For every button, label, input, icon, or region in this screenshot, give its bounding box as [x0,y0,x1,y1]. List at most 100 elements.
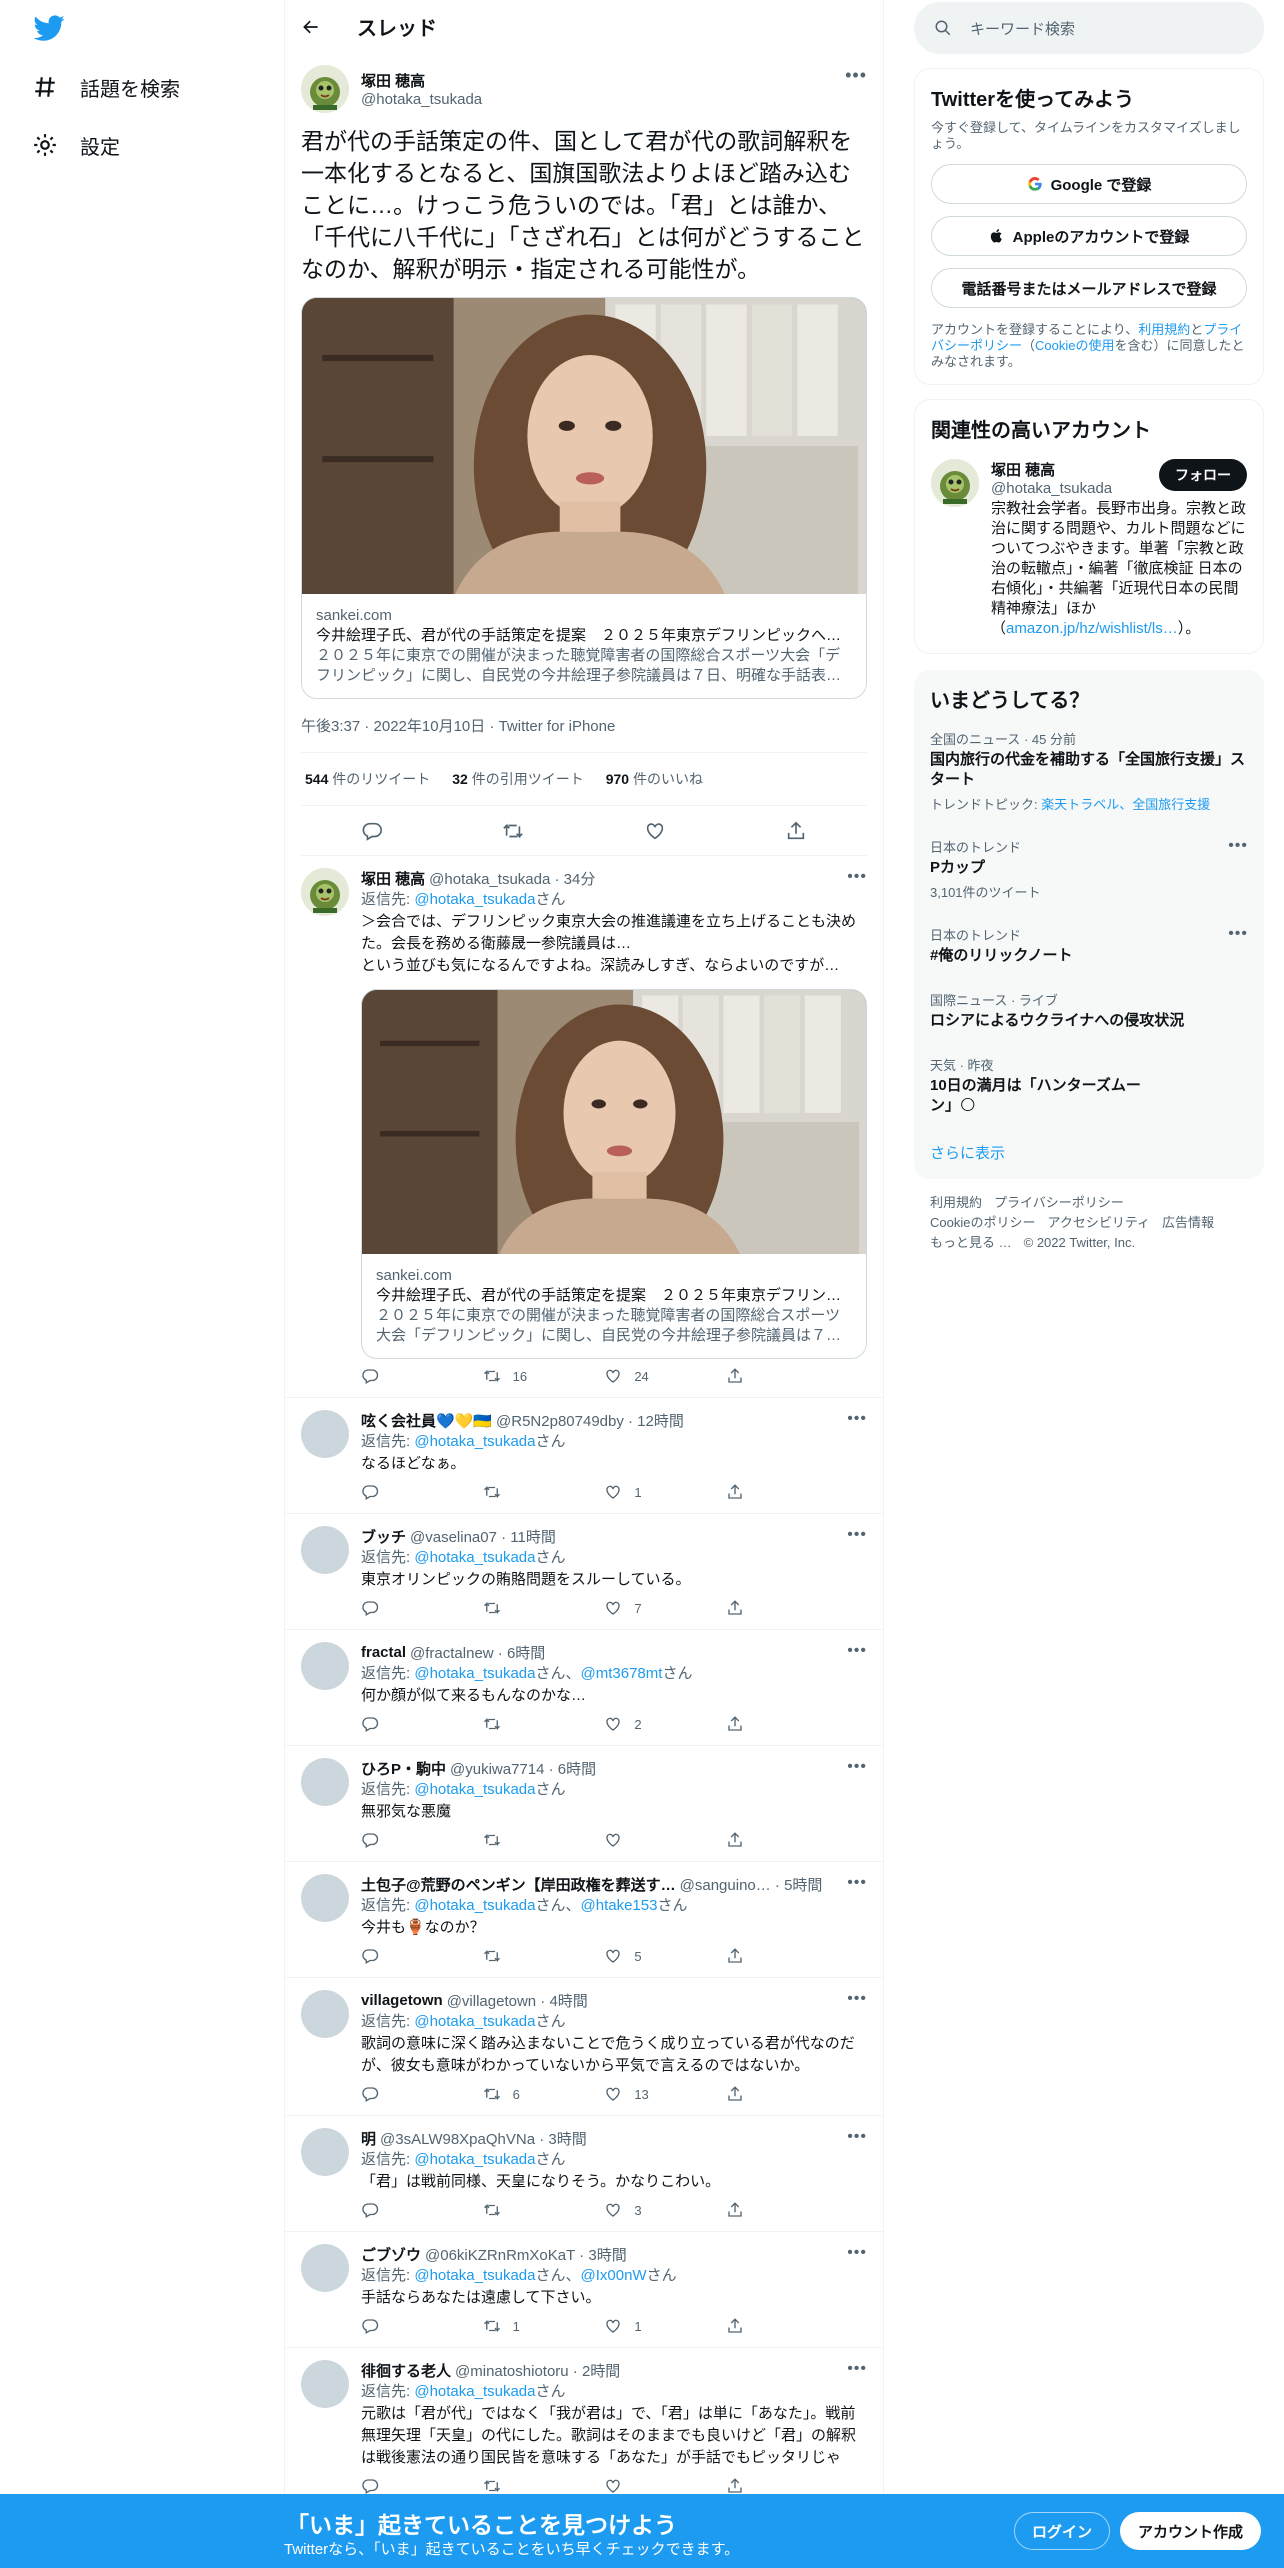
reply-tweet[interactable]: 明 @3sALW98XpaQhVNa · 3時間 返信先: @hotaka_tsuk… [285,2116,883,2232]
reply-tweet[interactable]: 土包子@荒野のペンギン【岸田政権を葬送す… @sanguino… · 5時間 返信先… [285,1862,883,1978]
reply-mention[interactable]: @htake153 [581,1897,658,1914]
reply-mention[interactable]: @hotaka_tsukada [414,2013,535,2030]
apple-signup-button[interactable]: Appleのアカウントで登録 [931,216,1247,256]
relevant-account[interactable]: 塚田 穂高 @hotaka_tsukada 宗教社会学者。長野市出身。宗教と政治… [931,459,1247,639]
reply-author-handle[interactable]: @fractalnew · 6時間 [410,1642,545,1663]
avatar[interactable] [301,1526,349,1574]
trend-item[interactable]: 天気 · 昨夜 10日の満月は「ハンターズムーン」🌕 [930,1043,1248,1128]
reply-mention[interactable]: @hotaka_tsukada [414,1433,535,1450]
reply-author-handle[interactable]: @villagetown · 4時間 [447,1990,588,2011]
avatar[interactable] [931,459,979,507]
login-button[interactable]: ログイン [1014,2512,1111,2550]
share-button[interactable] [726,1367,786,1385]
reply-author-name[interactable]: 明 [361,2128,376,2149]
reply-tweet[interactable]: ブッチ @vaselina07 · 11時間 返信先: @hotaka_tsukad… [285,1514,883,1630]
reply-tweet[interactable]: 呟く会社員💙💛🇺🇦 @R5N2p80749dby · 12時間 返信先: @hota… [285,1398,883,1514]
more-options-icon[interactable]: ••• [847,1526,867,1544]
reply-mention[interactable]: @hotaka_tsukada [414,2267,535,2284]
avatar[interactable] [301,1990,349,2038]
avatar[interactable] [301,2244,349,2292]
like-icon[interactable] [644,820,666,842]
reply-button[interactable] [361,2477,421,2495]
share-icon[interactable] [785,820,807,842]
reply-mention[interactable]: @hotaka_tsukada [414,891,535,908]
more-options-icon[interactable]: ••• [847,2128,867,2146]
reply-button[interactable] [361,1947,421,1965]
retweet-button[interactable] [483,2201,543,2219]
reply-button[interactable] [361,1715,421,1733]
nav-settings[interactable]: 設定 [32,120,120,170]
reply-author-handle[interactable]: @3sALW98XpaQhVNa · 3時間 [380,2128,587,2149]
footer-ads[interactable]: 広告情報 [1162,1215,1214,1230]
phone-email-signup-button[interactable]: 電話番号またはメールアドレスで登録 [931,268,1247,308]
reply-author-name[interactable]: ごブゾウ [361,2244,421,2265]
author-handle[interactable]: @hotaka_tsukada [361,91,482,108]
reply-tweet[interactable]: ひろP・駒中 @yukiwa7714 · 6時間 返信先: @hotaka_tsuk… [285,1746,883,1862]
avatar[interactable] [301,1410,349,1458]
google-signup-button[interactable]: Google で登録 [931,164,1247,204]
reply-author-name[interactable]: ブッチ [361,1526,406,1547]
back-arrow-icon[interactable] [301,17,321,37]
more-options-icon[interactable]: ••• [1228,837,1248,855]
share-button[interactable] [726,2477,786,2495]
retweet-count[interactable]: 544 件のリツイート [305,769,430,789]
more-options-icon[interactable]: ••• [847,868,867,886]
like-button[interactable]: 24 [604,1367,664,1385]
reply-author-name[interactable]: 土包子@荒野のペンギン【岸田政権を葬送す… [361,1874,676,1895]
trend-item[interactable]: 国際ニュース · ライブ ロシアによるウクライナへの侵攻状況 [930,978,1248,1043]
like-button[interactable]: 1 [604,2317,664,2335]
share-button[interactable] [726,2317,786,2335]
quote-count[interactable]: 32 件の引用ツイート [452,769,583,789]
reply-mention[interactable]: @hotaka_tsukada [414,1897,535,1914]
more-options-icon[interactable]: ••• [847,1642,867,1660]
avatar[interactable] [301,2128,349,2176]
like-count[interactable]: 970 件のいいね [606,769,703,789]
footer-cookie[interactable]: Cookieのポリシー [930,1215,1035,1230]
like-button[interactable] [604,2477,664,2495]
reply-mention[interactable]: @hotaka_tsukada [414,2383,535,2400]
retweet-button[interactable] [483,1831,543,1849]
reply-author-handle[interactable]: @hotaka_tsukada · 34分 [429,868,595,889]
reply-tweet[interactable]: fractal @fractalnew · 6時間 返信先: @hotaka_tsu… [285,1630,883,1746]
retweet-button[interactable] [483,1947,543,1965]
more-options-icon[interactable]: ••• [847,1874,867,1892]
reply-author-name[interactable]: 塚田 穂高 [361,868,425,889]
reply-button[interactable] [361,1367,421,1385]
retweet-button[interactable] [483,1483,543,1501]
like-button[interactable]: 13 [604,2085,664,2103]
share-button[interactable] [726,2201,786,2219]
avatar[interactable] [301,65,349,113]
twitter-logo-icon[interactable] [32,12,66,46]
reply-author-name[interactable]: 呟く会社員💙💛🇺🇦 [361,1410,492,1431]
cookie-link[interactable]: Cookieの使用 [1035,338,1114,353]
trend-item[interactable]: 日本のトレンド #俺のリリックノート ••• [930,913,1248,978]
reply-mention[interactable]: @Ix00nW [581,2267,647,2284]
avatar[interactable] [301,1642,349,1690]
like-button[interactable]: 7 [604,1599,664,1617]
reply-author-handle[interactable]: @R5N2p80749dby · 12時間 [496,1410,684,1431]
reply-tweet[interactable]: ごブゾウ @06kiKZRnRmXoKaT · 3時間 返信先: @hotaka_t… [285,2232,883,2348]
footer-more[interactable]: もっと見る … [930,1235,1012,1250]
more-options-icon[interactable]: ••• [1228,925,1248,943]
bio-link[interactable]: amazon.jp/hz/wishlist/ls… [1006,620,1178,637]
retweet-button[interactable]: 1 [483,2317,543,2335]
more-options-icon[interactable]: ••• [847,2360,867,2378]
footer-terms[interactable]: 利用規約 [930,1195,982,1210]
terms-link[interactable]: 利用規約 [1138,322,1190,337]
trend-item[interactable]: 日本のトレンド Pカップ 3,101件のツイート ••• [930,825,1248,913]
reply-author-name[interactable]: fractal [361,1644,406,1661]
avatar[interactable] [301,2360,349,2408]
link-card[interactable]: sankei.com 今井絵理子氏、君が代の手話策定を提案 ２０２５年東京デフリ… [301,297,867,699]
retweet-button[interactable] [483,1599,543,1617]
like-button[interactable]: 1 [604,1483,664,1501]
trend-item[interactable]: 全国のニュース · 45 分前 国内旅行の代金を補助する「全国旅行支援」スタート… [930,717,1248,825]
reply-button[interactable] [361,2085,421,2103]
reply-mention[interactable]: @mt3678mt [581,1665,663,1682]
reply-mention[interactable]: @hotaka_tsukada [414,1549,535,1566]
like-button[interactable] [604,1831,664,1849]
reply-icon[interactable] [361,820,383,842]
reply-button[interactable] [361,1599,421,1617]
share-button[interactable] [726,2085,786,2103]
reply-author-name[interactable]: 徘徊する老人 [361,2360,451,2381]
nav-explore[interactable]: 話題を検索 [32,62,180,112]
